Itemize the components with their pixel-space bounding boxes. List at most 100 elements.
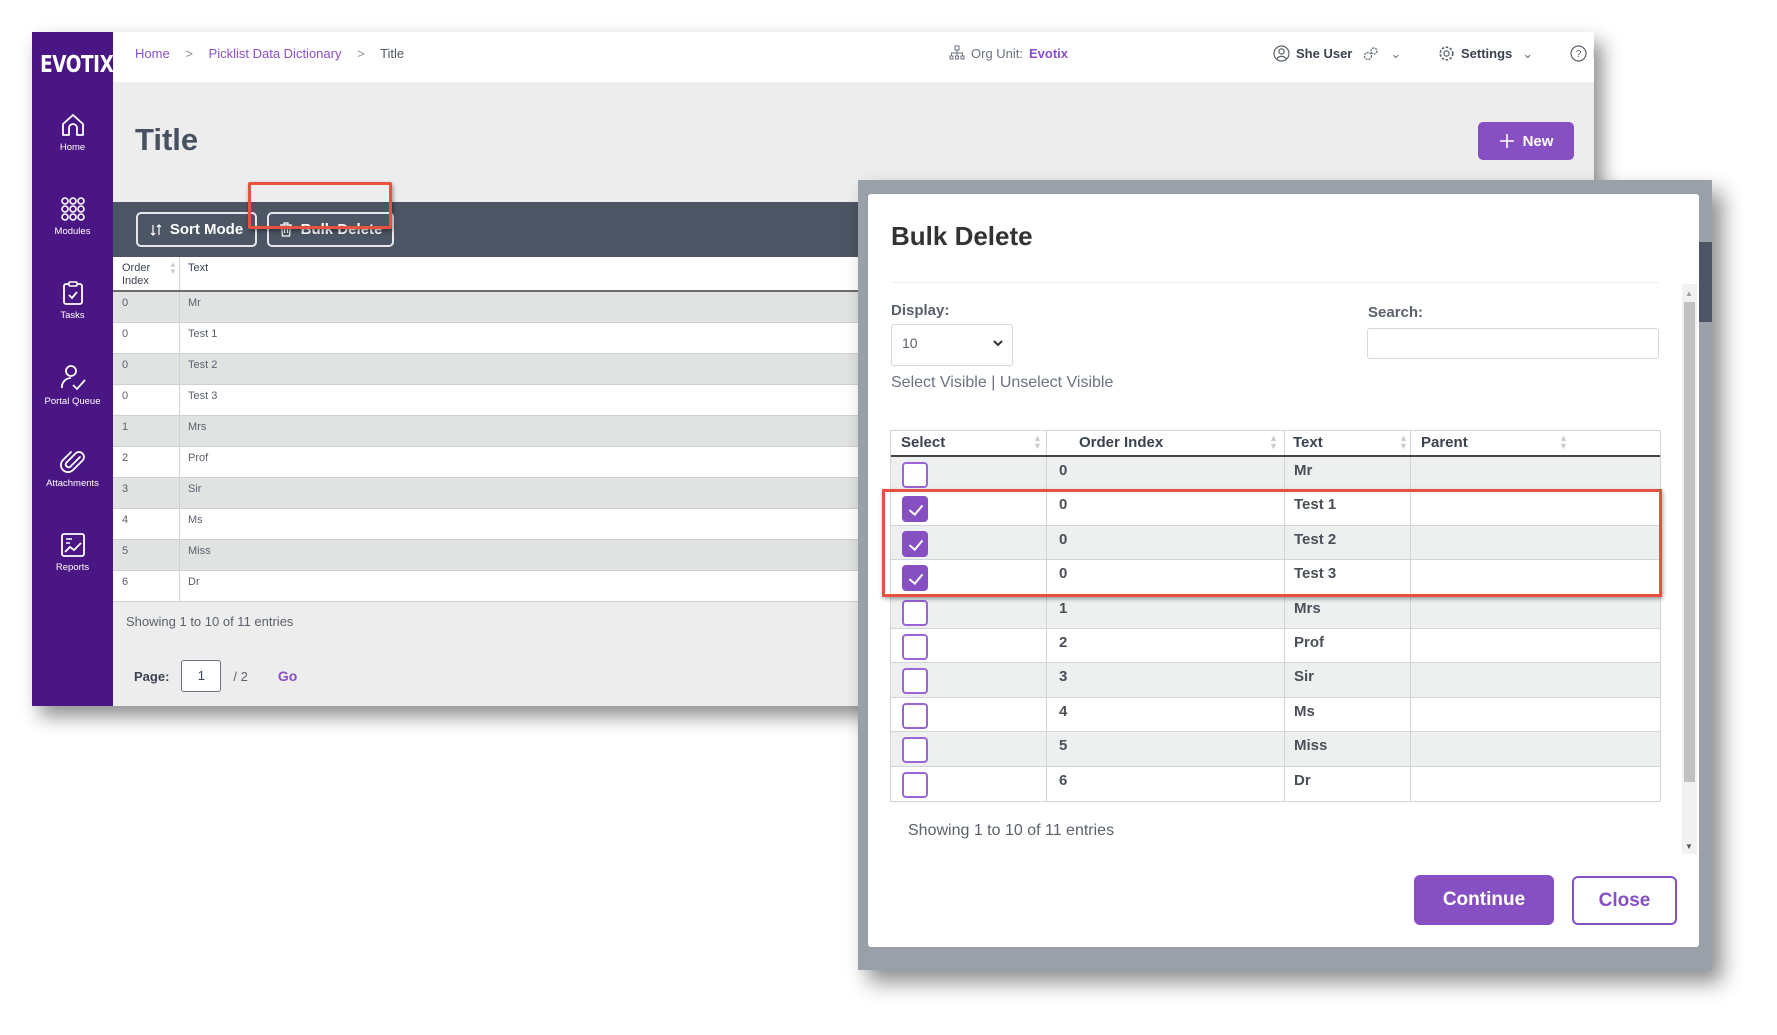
org-unit[interactable]: Org Unit: Evotix (949, 45, 1068, 61)
table-body: 0 Mr 0 Test 1 0 Test 2 0 Test 3 1 Mrs 2 Prof 3 Sir 4 Ms… (891, 457, 1660, 801)
column-divider (1046, 594, 1047, 628)
column-divider (1410, 628, 1411, 663)
help-label: Help (1593, 46, 1594, 61)
search-input[interactable] (1367, 328, 1659, 359)
dialog-scrollbar[interactable]: ▲ ▼ (1682, 284, 1697, 854)
row-select-checkbox[interactable] (902, 737, 928, 764)
user-check-icon (60, 365, 86, 391)
sort-icon[interactable]: ▲ ▼ (169, 261, 177, 276)
chart-report-icon (60, 533, 85, 557)
column-divider (1046, 457, 1047, 491)
sidebar-item-label: Tasks (60, 310, 85, 321)
column-divider (1284, 766, 1285, 801)
org-unit-value[interactable]: Evotix (1029, 46, 1068, 61)
sidebar-item-attachments[interactable]: Attachments (32, 448, 113, 489)
bulk-delete-dialog: Bulk Delete ▲ ▼ Display: 10 Select Visib… (868, 194, 1699, 947)
bulk-delete-highlight (248, 182, 392, 229)
search-label: Search: (1368, 304, 1424, 321)
row-select-checkbox[interactable] (902, 633, 928, 660)
cell-text: Test 1 (1294, 496, 1337, 514)
user-menu[interactable]: She User ⌄ (1273, 45, 1401, 62)
breadcrumb-home[interactable]: Home (135, 46, 170, 61)
table-row[interactable]: 0 Test 2 (891, 525, 1660, 561)
row-select-checkbox[interactable] (902, 565, 928, 592)
page-total: / 2 (233, 668, 248, 684)
table-row[interactable]: 5 Miss (891, 732, 1660, 767)
row-select-checkbox[interactable] (902, 530, 928, 557)
col-header-order-index[interactable]: Order Index (1079, 434, 1163, 451)
dialog-table-info: Showing 1 to 10 of 11 entries (908, 822, 1115, 839)
sidebar-item-label: Modules (54, 226, 91, 237)
table-row[interactable]: 3 Sir (891, 663, 1660, 698)
continue-button[interactable]: Continue (1414, 875, 1554, 925)
sidebar-item-label: Portal Queue (44, 396, 101, 407)
column-divider (1284, 732, 1285, 766)
scroll-up-icon[interactable]: ▲ (1685, 289, 1693, 298)
sidebar-item-tasks[interactable]: Tasks (32, 280, 113, 321)
cell-order-index: 0 (1059, 565, 1068, 583)
sidebar-item-home[interactable]: Home (32, 112, 113, 153)
col-header-select[interactable]: Select (901, 434, 945, 451)
row-select-checkbox[interactable] (902, 462, 928, 488)
sort-icon[interactable]: ▲ ▼ (1399, 434, 1408, 451)
table-row[interactable]: 0 Test 1 (891, 491, 1660, 526)
column-divider (1046, 732, 1047, 766)
cell-text: Test 2 (188, 359, 218, 371)
breadcrumb-picklist[interactable]: Picklist Data Dictionary (209, 46, 342, 61)
display-select[interactable]: 10 (891, 324, 1013, 366)
cell-order-index: 0 (1059, 496, 1068, 514)
table-row[interactable]: 0 Test 3 (891, 560, 1660, 595)
scrollbar-thumb[interactable] (1684, 302, 1695, 782)
modules-grid-icon (60, 197, 85, 221)
select-visible-link[interactable]: Select Visible (891, 374, 987, 391)
table-row[interactable]: 2 Prof (891, 628, 1660, 664)
sidebar-item-label: Reports (55, 562, 90, 573)
home-icon (61, 114, 84, 136)
go-button[interactable]: Go (278, 668, 297, 684)
table-row[interactable]: 6 Dr (891, 766, 1660, 801)
cell-text: Test 2 (1294, 530, 1337, 548)
sort-arrows-icon (150, 223, 162, 236)
sort-mode-button[interactable]: Sort Mode (136, 212, 257, 247)
row-select-checkbox[interactable] (902, 771, 928, 798)
cell-order-index: 1 (122, 421, 129, 433)
cell-text: Test 3 (188, 390, 218, 402)
table-row[interactable]: 4 Ms (891, 697, 1660, 733)
column-divider (179, 323, 180, 353)
unselect-visible-link[interactable]: Unselect Visible (1000, 374, 1114, 391)
column-divider (1410, 560, 1411, 594)
sidebar-item-modules[interactable]: Modules (32, 196, 113, 237)
col-header-order-index[interactable]: Order Index (122, 262, 150, 288)
help-menu[interactable]: ? Help ⌄ (1570, 45, 1594, 62)
sort-icon[interactable]: ▲ ▼ (1269, 434, 1278, 451)
col-header-text[interactable]: Text (1293, 434, 1323, 451)
settings-menu[interactable]: Settings ⌄ (1438, 45, 1533, 62)
col-header-parent[interactable]: Parent (1421, 434, 1468, 451)
selection-links: Select Visible | Unselect Visible (891, 374, 1113, 392)
row-select-checkbox[interactable] (902, 668, 928, 695)
row-select-checkbox[interactable] (902, 496, 928, 523)
sidebar-item-reports[interactable]: Reports (32, 532, 113, 573)
cell-text: Ms (188, 514, 203, 526)
col-header-text[interactable]: Text (188, 262, 208, 275)
paperclip-icon (59, 451, 85, 473)
new-button[interactable]: New (1478, 122, 1574, 160)
column-divider (1284, 457, 1285, 491)
column-divider (1046, 525, 1047, 560)
column-divider (1410, 431, 1411, 455)
cell-order-index: 3 (1059, 668, 1068, 686)
sort-icon[interactable]: ▲ ▼ (1033, 434, 1042, 451)
page-input[interactable]: 1 (181, 660, 222, 692)
row-select-checkbox[interactable] (902, 702, 928, 729)
sidebar-item-portal-queue[interactable]: Portal Queue (32, 364, 113, 407)
cell-text: Mrs (1294, 599, 1321, 617)
settings-label: Settings (1461, 46, 1513, 61)
cell-text: Miss (1294, 737, 1328, 755)
user-name: She User (1296, 46, 1353, 61)
table-row[interactable]: 0 Mr (891, 457, 1660, 492)
scroll-down-icon[interactable]: ▼ (1685, 842, 1693, 851)
close-button[interactable]: Close (1572, 876, 1677, 925)
table-row[interactable]: 1 Mrs (891, 594, 1660, 629)
row-select-checkbox[interactable] (902, 599, 928, 626)
sort-icon[interactable]: ▲ ▼ (1559, 434, 1568, 451)
